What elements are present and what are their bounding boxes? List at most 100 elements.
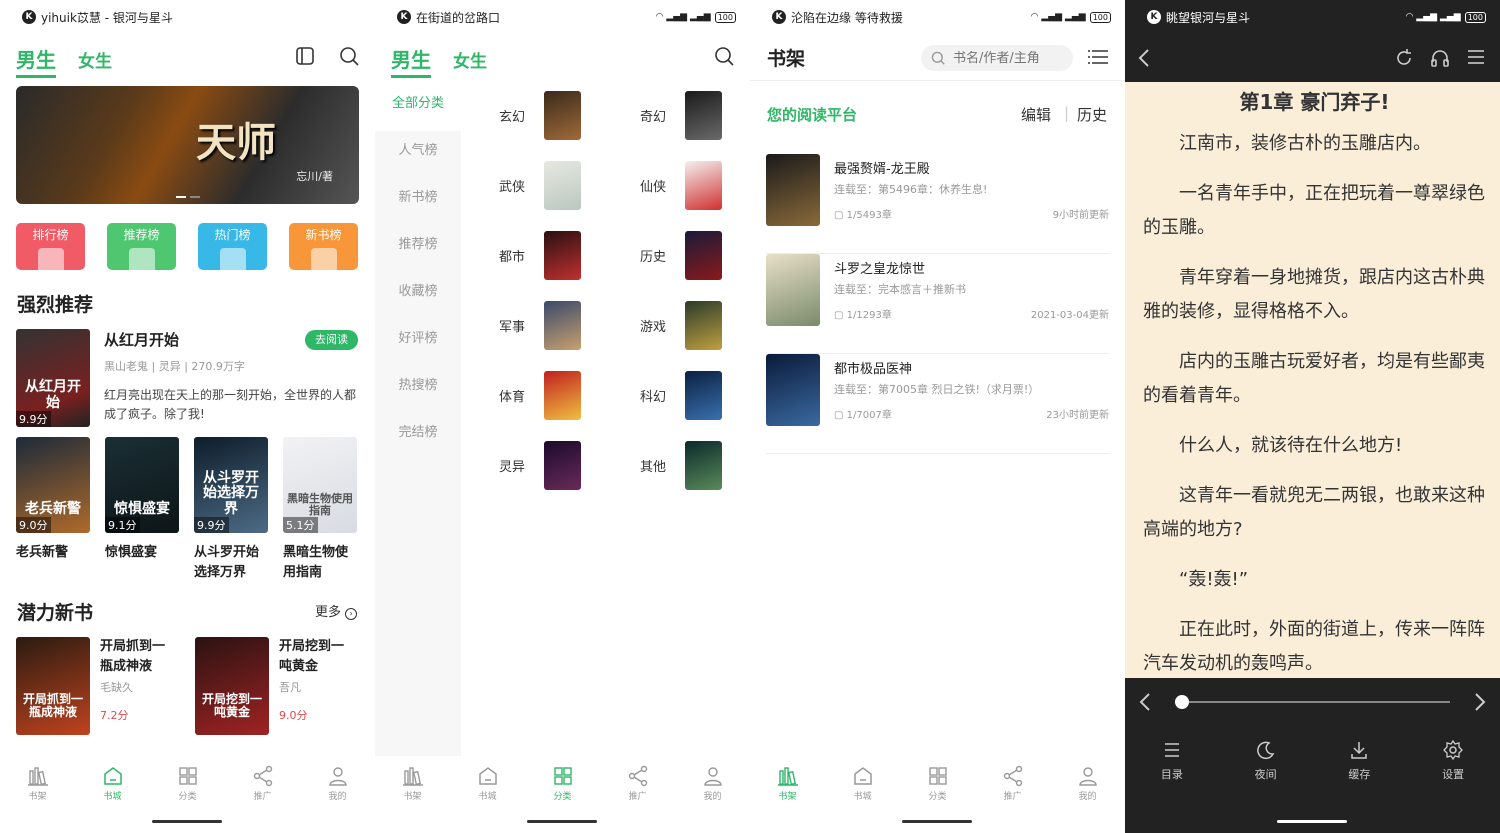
book-panel-icon[interactable] (295, 46, 315, 66)
page-title: 书架 (767, 48, 806, 70)
featured-book-cover[interactable]: 从红月开始 9.9分 (16, 329, 90, 427)
history-button[interactable]: 历史 (1077, 104, 1107, 125)
nav-item-bookstore[interactable]: 书城 (75, 756, 150, 812)
progress-slider[interactable] (1175, 695, 1450, 709)
search-bar[interactable] (921, 45, 1073, 71)
search-icon[interactable] (339, 46, 359, 66)
search-icon[interactable] (714, 46, 734, 66)
nav-item-promote[interactable]: 推广 (225, 756, 300, 812)
flame-icon (220, 248, 246, 270)
rank-button-recommend[interactable]: 推荐榜 (107, 223, 176, 270)
category-side-item[interactable]: 热搜榜 (375, 366, 461, 413)
bottom-nav: 书架 书城 分类 推广 我的 (0, 756, 375, 812)
book-score: 9.9分 (16, 411, 51, 427)
shelf-book-item[interactable]: 都市极品医神 连载至：第7005章 烈日之铁!（求月票!） ▢ 1/7007章 23小… (766, 354, 1109, 454)
category-item[interactable]: 武侠 (499, 160, 609, 210)
book-card[interactable]: 惊惧盛宴 9.1分 惊惧盛宴 (105, 437, 179, 583)
nav-item-promote[interactable]: 推广 (600, 756, 675, 812)
nav-label: 分类 (553, 792, 572, 802)
category-side-item[interactable]: 收藏榜 (375, 272, 461, 319)
rank-label: 排行榜 (32, 228, 69, 242)
category-item[interactable]: 奇幻 (640, 90, 750, 140)
nav-item-profile[interactable]: 我的 (1050, 756, 1125, 812)
book-cover (766, 354, 820, 426)
paragraph: “轰!轰!” (1179, 569, 1249, 590)
app-logo-icon: K (397, 10, 411, 24)
nav-item-category[interactable]: 分类 (900, 756, 975, 812)
next-chapter-icon[interactable] (1474, 692, 1486, 712)
category-item[interactable]: 游戏 (640, 300, 750, 350)
category-item[interactable]: 体育 (499, 370, 609, 420)
shelf-book-item[interactable]: 最强赘婿-龙王殿 连载至：第5496章：休养生息! ▢ 1/5493章 9小时前更新 (766, 154, 1109, 254)
nav-item-bookstore[interactable]: 书城 (450, 756, 525, 812)
category-side-item[interactable]: 人气榜 (375, 131, 461, 178)
back-icon[interactable] (1137, 48, 1151, 68)
book-icon: ▢ (834, 210, 847, 221)
category-name: 都市 (499, 249, 526, 265)
category-item[interactable]: 历史 (640, 230, 750, 280)
menu-icon[interactable] (1088, 49, 1108, 65)
category-item[interactable]: 科幻 (640, 370, 750, 420)
download-button[interactable]: 缓存 (1313, 740, 1407, 782)
status-bar: K 眺望银河与星斗 ◠ ▂▄▆ ▂▄▆ 100 (1125, 0, 1500, 34)
book-card[interactable]: 从斗罗开始选择万界 9.9分 从斗罗开始选择万界 (194, 437, 268, 583)
rank-button-hot[interactable]: 排行榜 (16, 223, 85, 270)
nav-item-bookstore[interactable]: 书城 (825, 756, 900, 812)
nav-item-bookshelf[interactable]: 书架 (375, 756, 450, 812)
more-link[interactable]: 更多 › (315, 601, 358, 620)
category-item[interactable]: 玄幻 (499, 90, 609, 140)
book-card[interactable]: 黑暗生物使用指南 5.1分 黑暗生物使用指南 (283, 437, 357, 583)
headphones-icon[interactable] (1430, 48, 1450, 68)
category-side-item[interactable]: 全部分类 (375, 84, 461, 131)
reader-content[interactable]: 第1章 豪门弃子! 江南市，装修古朴的玉雕店内。 一名青年手中，正在把玩着一尊翠绿… (1143, 82, 1486, 678)
toc-button[interactable]: 目录 (1125, 740, 1219, 782)
edit-button[interactable]: 编辑 (1021, 104, 1051, 125)
tab-male[interactable]: 男生 (16, 44, 56, 78)
category-side-item[interactable]: 新书榜 (375, 178, 461, 225)
category-name: 灵异 (499, 459, 526, 475)
settings-button[interactable]: 设置 (1406, 740, 1500, 782)
book-name: 最强赘婿-龙王殿 (834, 162, 930, 177)
category-name: 科幻 (640, 389, 667, 405)
book-progress: ▢ 1/1293章 (834, 306, 892, 321)
category-item[interactable]: 都市 (499, 230, 609, 280)
book-card[interactable]: 老兵新警 9.0分 老兵新警 (16, 437, 90, 583)
tab-male[interactable]: 男生 (391, 44, 431, 78)
tab-female[interactable]: 女生 (78, 47, 112, 72)
status-bar: K 沦陷在边缘 等待救援 ◠ ▂▄▆ ▂▄▆ 100 (750, 0, 1125, 34)
paragraph: 店内的玉雕古玩爱好者，均是有些鄙夷的看着青年。 (1143, 351, 1485, 406)
search-input[interactable] (953, 50, 1063, 66)
shelf-book-item[interactable]: 斗罗之皇龙惊世 连载至：完本感言＋推新书 ▢ 1/1293章 2021-03-04更新 (766, 254, 1109, 354)
category-item[interactable]: 灵异 (499, 440, 609, 490)
new-book-card[interactable]: 开局抓到一瓶成神液 开局抓到一瓶成神液 毛缺久 7.2分 (16, 637, 170, 735)
nav-item-profile[interactable]: 我的 (675, 756, 750, 812)
category-item[interactable]: 军事 (499, 300, 609, 350)
recommend-grid: 老兵新警 9.0分 老兵新警 惊惧盛宴 9.1分 惊惧盛宴 从斗罗开始选择万界 … (16, 437, 357, 583)
home-icon (477, 765, 499, 787)
read-button[interactable]: 去阅读 (305, 330, 358, 350)
night-mode-button[interactable]: 夜间 (1219, 740, 1313, 782)
book-cover (766, 154, 820, 226)
nav-item-promote[interactable]: 推广 (975, 756, 1050, 812)
banner-carousel[interactable]: 天师 忘川/著 (16, 86, 359, 204)
book-icon: ▢ (834, 310, 847, 321)
category-side-item[interactable]: 完结榜 (375, 413, 461, 460)
category-side-item[interactable]: 推荐榜 (375, 225, 461, 272)
refresh-icon[interactable] (1394, 48, 1414, 68)
nav-item-bookshelf[interactable]: 书架 (0, 756, 75, 812)
nav-item-profile[interactable]: 我的 (300, 756, 375, 812)
rank-button-popular[interactable]: 热门榜 (198, 223, 267, 270)
category-item[interactable]: 仙侠 (640, 160, 750, 210)
slider-handle[interactable] (1175, 695, 1189, 709)
menu-icon[interactable] (1466, 48, 1486, 66)
nav-item-bookshelf[interactable]: 书架 (750, 756, 825, 812)
nav-item-category[interactable]: 分类 (525, 756, 600, 812)
new-book-card[interactable]: 开局挖到一吨黄金 开局挖到一吨黄金 吾凡 9.0分 (195, 637, 349, 735)
rank-button-new[interactable]: 新书榜 (289, 223, 358, 270)
tab-female[interactable]: 女生 (453, 47, 487, 72)
category-side-item[interactable]: 好评榜 (375, 319, 461, 366)
nav-item-category[interactable]: 分类 (150, 756, 225, 812)
category-item[interactable]: 其他 (640, 440, 750, 490)
prev-chapter-icon[interactable] (1139, 692, 1151, 712)
cover-title: 从斗罗开始选择万界 (203, 469, 259, 517)
